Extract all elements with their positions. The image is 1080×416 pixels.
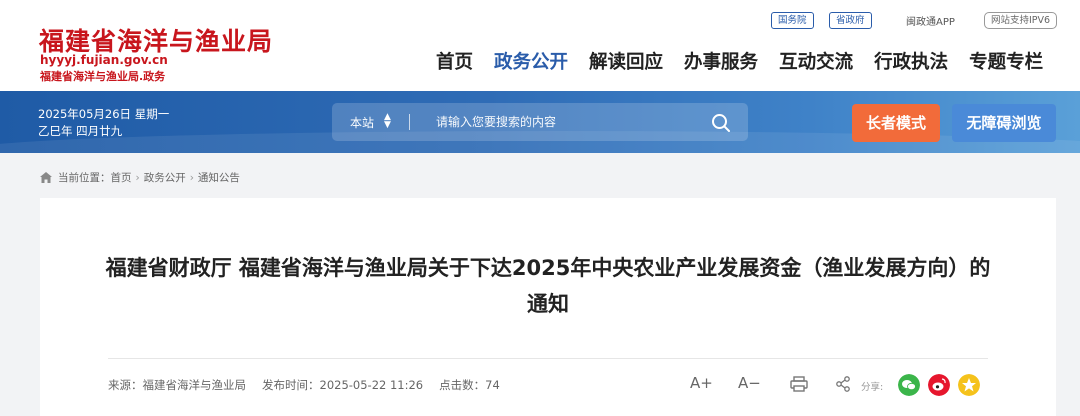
nav-interaction[interactable]: 互动交流 bbox=[779, 48, 853, 74]
qzone-share-icon[interactable] bbox=[958, 374, 980, 396]
top-link-state-council[interactable]: 国务院 bbox=[771, 12, 814, 29]
article-source: 来源：福建省海洋与渔业局 bbox=[108, 378, 246, 392]
print-icon[interactable] bbox=[790, 376, 808, 392]
article-divider bbox=[108, 358, 988, 359]
breadcrumb-separator: › bbox=[189, 171, 194, 184]
breadcrumb-separator: › bbox=[135, 171, 140, 184]
share-icon[interactable] bbox=[835, 376, 851, 392]
site-header: 福建省海洋与渔业局 hyyyj.fujian.gov.cn 福建省海洋与渔业局.… bbox=[0, 0, 1080, 91]
search-input[interactable] bbox=[436, 112, 696, 132]
nav-services[interactable]: 办事服务 bbox=[684, 48, 758, 74]
top-link-state-council-wrap: 国务院 bbox=[771, 12, 814, 29]
top-link-province-wrap: 省政府 bbox=[829, 12, 872, 29]
main-nav: 首页 政务公开 解读回应 办事服务 互动交流 行政执法 专题专栏 bbox=[436, 48, 1064, 74]
breadcrumb-home[interactable]: 首页 bbox=[111, 170, 132, 185]
article-click-count: 点击数：74 bbox=[439, 378, 500, 392]
site-domain: hyyyj.fujian.gov.cn bbox=[40, 53, 168, 67]
top-link-province[interactable]: 省政府 bbox=[829, 12, 872, 29]
breadcrumb: 当前位置： 首页 › 政务公开 › 通知公告 bbox=[40, 170, 240, 185]
weibo-share-icon[interactable] bbox=[928, 374, 950, 396]
ipv6-badge-wrap: 网站支持IPV6 bbox=[984, 12, 1058, 29]
home-icon bbox=[40, 172, 52, 183]
elder-mode-button[interactable]: 长者模式 bbox=[852, 104, 940, 142]
article-title: 福建省财政厅 福建省海洋与渔业局关于下达2025年中央农业产业发展资金（渔业发展… bbox=[105, 256, 991, 316]
scope-arrows-icon[interactable]: ▲ ▼ bbox=[384, 113, 391, 130]
article-publish-time: 发布时间：2025-05-22 11:26 bbox=[262, 378, 424, 392]
wechat-share-icon[interactable] bbox=[898, 374, 920, 396]
font-decrease-button[interactable]: A− bbox=[738, 374, 761, 392]
nav-enforcement[interactable]: 行政执法 bbox=[874, 48, 948, 74]
article-card: 福建省财政厅 福建省海洋与渔业局关于下达2025年中央农业产业发展资金（渔业发展… bbox=[40, 198, 1056, 416]
nav-home[interactable]: 首页 bbox=[436, 48, 473, 74]
search-scope-select[interactable]: 本站 bbox=[350, 114, 374, 131]
search-icon[interactable] bbox=[710, 112, 732, 134]
accessible-browse-button[interactable]: 无障碍浏览 bbox=[952, 104, 1056, 142]
nav-topics[interactable]: 专题专栏 bbox=[969, 48, 1043, 74]
breadcrumb-gov-affairs[interactable]: 政务公开 bbox=[144, 170, 186, 185]
date-gregorian: 2025年05月26日 星期一 bbox=[38, 107, 170, 121]
app-link[interactable]: 闽政通APP bbox=[906, 13, 955, 28]
search-box: 本站 ▲ ▼ bbox=[332, 103, 748, 141]
font-increase-button[interactable]: A+ bbox=[690, 374, 713, 392]
article-meta: 来源：福建省海洋与渔业局 发布时间：2025-05-22 11:26 点击数：7… bbox=[108, 377, 500, 393]
nav-gov-affairs[interactable]: 政务公开 bbox=[494, 48, 568, 74]
site-domain-cn: 福建省海洋与渔业局.政务 bbox=[40, 70, 166, 83]
search-divider bbox=[409, 114, 410, 130]
breadcrumb-prefix: 当前位置： bbox=[58, 172, 111, 184]
banner: 2025年05月26日 星期一 乙巳年 四月廿九 本站 ▲▼ 长者模式 无障碍浏… bbox=[0, 91, 1080, 153]
breadcrumb-notices[interactable]: 通知公告 bbox=[198, 170, 240, 185]
date-lunar: 乙巳年 四月廿九 bbox=[38, 124, 123, 138]
nav-interpretation[interactable]: 解读回应 bbox=[589, 48, 663, 74]
app-link-wrap: 闽政通APP bbox=[906, 13, 955, 28]
share-label: 分享: bbox=[861, 382, 884, 393]
ipv6-badge: 网站支持IPV6 bbox=[984, 12, 1058, 29]
